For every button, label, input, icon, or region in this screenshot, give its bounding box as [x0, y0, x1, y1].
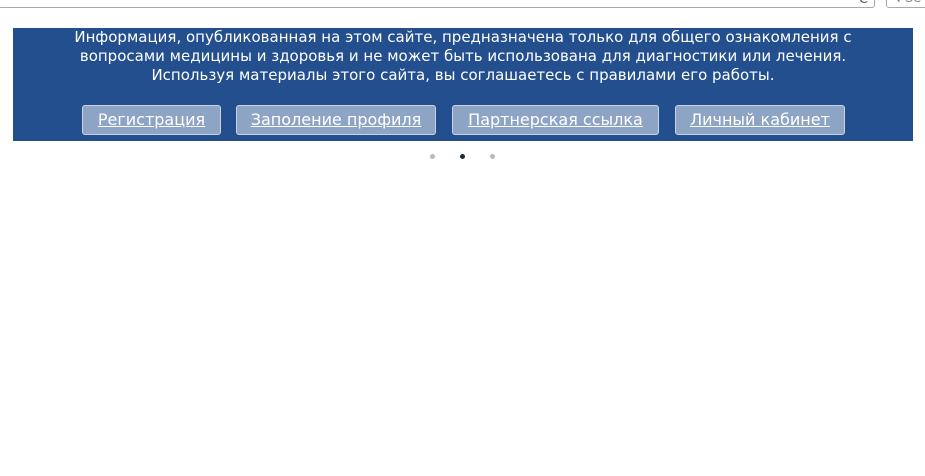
registration-button[interactable]: Регистрация: [82, 105, 221, 135]
fill-profile-button[interactable]: Заполение профиля: [236, 105, 436, 135]
search-icon: [897, 0, 900, 2]
disclaimer-line: Информация, опубликованная на этом сайте…: [74, 28, 852, 46]
address-bar[interactable]: C: [0, 0, 875, 8]
disclaimer-line: Используя материалы этого сайта, вы согл…: [151, 66, 775, 84]
browser-search-box[interactable]: Se: [886, 0, 925, 8]
browser-toolbar: C Se: [0, 0, 925, 12]
carousel-dot-active[interactable]: [460, 154, 465, 159]
carousel-dot[interactable]: [490, 154, 495, 159]
disclaimer-text: Информация, опубликованная на этом сайте…: [13, 28, 913, 85]
reload-icon[interactable]: C: [859, 0, 868, 6]
partner-link-button[interactable]: Партнерская ссылка: [452, 105, 659, 135]
carousel-dot[interactable]: [430, 154, 435, 159]
disclaimer-line: вопросами медицины и здоровья и не может…: [79, 47, 847, 65]
personal-account-button[interactable]: Личный кабинет: [675, 105, 845, 135]
search-placeholder: Se: [905, 0, 921, 6]
info-banner: Информация, опубликованная на этом сайте…: [13, 28, 913, 141]
carousel-pagination: [0, 154, 925, 160]
